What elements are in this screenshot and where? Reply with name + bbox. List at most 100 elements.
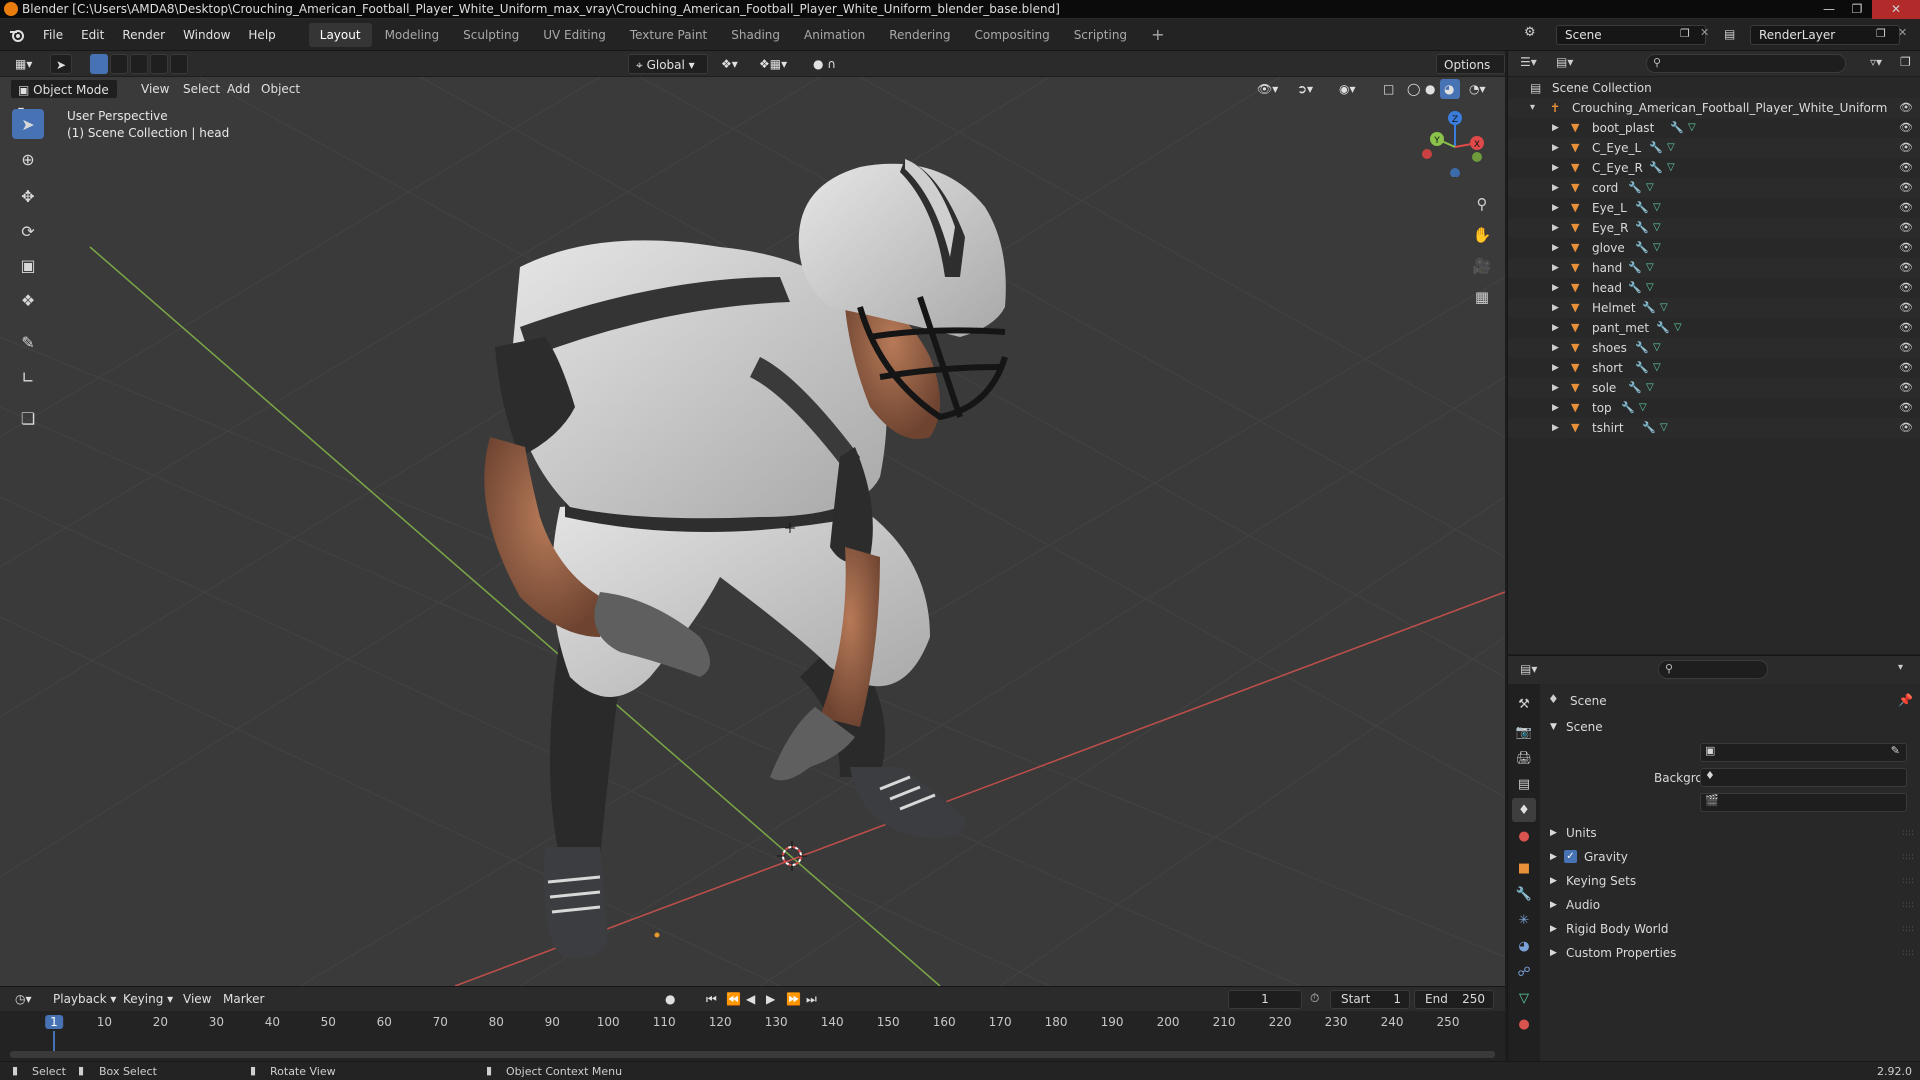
new-scene-icon[interactable]: ❐ (1680, 27, 1690, 40)
display-mode-icon[interactable]: ▤▾ (1556, 55, 1573, 69)
mesh-data-icon[interactable]: ▽ (1653, 198, 1661, 218)
navigation-gizmo[interactable]: Z X Y (1415, 107, 1485, 177)
menu-object[interactable]: Object (254, 79, 307, 99)
mesh-data-icon[interactable]: ▽ (1667, 158, 1675, 178)
mesh-data-icon[interactable]: ▽ (1688, 118, 1696, 138)
expand-chevron-icon[interactable]: ▶ (1552, 238, 1559, 258)
drag-handle-icon[interactable]: :::: (1902, 942, 1914, 964)
outliner-row-object[interactable]: ▶ ▼ short 🔧 ▽ 👁 (1508, 358, 1920, 378)
zoom-icon[interactable]: ⚲ (1469, 191, 1495, 217)
panel-header-custom-properties[interactable]: ▶ Custom Properties:::: (1544, 942, 1918, 964)
modifier-wrench-icon[interactable]: 🔧 (1628, 378, 1642, 398)
menu-file[interactable]: File (34, 19, 72, 51)
pin-icon[interactable]: 📌 (1898, 693, 1913, 707)
panel-header-gravity[interactable]: ▶ ✓ Gravity:::: (1544, 846, 1918, 868)
xray-icon[interactable]: □ (1376, 79, 1401, 99)
tab-modifiers-icon[interactable]: 🔧 (1512, 882, 1536, 906)
select-extend-icon[interactable] (110, 54, 128, 74)
perspective-toggle-icon[interactable]: ▦ (1469, 284, 1495, 310)
tab-render-icon[interactable]: 📷 (1512, 720, 1536, 744)
expand-chevron-icon[interactable]: ▶ (1552, 258, 1559, 278)
modifier-wrench-icon[interactable]: 🔧 (1635, 218, 1649, 238)
tab-animation[interactable]: Animation (793, 23, 876, 47)
mesh-data-icon[interactable]: ▽ (1667, 138, 1675, 158)
tab-physics-icon[interactable]: ◕ (1512, 934, 1536, 958)
expand-chevron-icon[interactable]: ▶ (1552, 398, 1559, 418)
modifier-wrench-icon[interactable]: 🔧 (1670, 118, 1684, 138)
tab-rendering[interactable]: Rendering (878, 23, 961, 47)
pan-hand-icon[interactable]: ✋ (1469, 222, 1495, 248)
minimize-button[interactable]: — (1816, 0, 1842, 19)
panel-header-audio[interactable]: ▶ Audio:::: (1544, 894, 1918, 916)
mode-dropdown[interactable]: ▣ Object Mode ▾ (10, 79, 118, 117)
menu-view[interactable]: View (134, 79, 176, 99)
timeline-scrollbar[interactable] (10, 1051, 1495, 1058)
expand-chevron-icon[interactable]: ▾ (1530, 98, 1535, 118)
expand-chevron-icon[interactable]: ▶ (1552, 418, 1559, 438)
panel-header-units[interactable]: ▶ Units:::: (1544, 822, 1918, 844)
modifier-wrench-icon[interactable]: 🔧 (1635, 338, 1649, 358)
visibility-eye-icon[interactable]: 👁 (1899, 98, 1913, 118)
drag-handle-icon[interactable]: :::: (1902, 918, 1914, 940)
expand-chevron-icon[interactable]: ▶ (1552, 218, 1559, 238)
modifier-wrench-icon[interactable]: 🔧 (1621, 398, 1635, 418)
properties-editor-type-icon[interactable]: ▤▾ (1520, 662, 1537, 676)
modifier-wrench-icon[interactable]: 🔧 (1649, 158, 1663, 178)
panel-header-keying-sets[interactable]: ▶ Keying Sets:::: (1544, 870, 1918, 892)
visibility-eye-icon[interactable]: 👁 (1899, 218, 1913, 238)
shading-material-icon[interactable]: ◕ (1440, 79, 1460, 99)
delete-layer-icon[interactable]: ✕ (1898, 26, 1907, 39)
playhead-frame-indicator[interactable]: 1 (45, 1015, 63, 1029)
visibility-eye-icon[interactable]: 👁 (1899, 338, 1913, 358)
visibility-eye-icon[interactable]: 👁 (1899, 318, 1913, 338)
select-invert-icon[interactable] (150, 54, 168, 74)
shading-rendered-icon[interactable]: ◔▾ (1462, 79, 1493, 99)
outliner-row-object[interactable]: ▶ ▼ top 🔧 ▽ 👁 (1508, 398, 1920, 418)
3d-viewport[interactable]: ▣ Object Mode ▾ View Select Add Object 👁… (0, 77, 1505, 986)
modifier-wrench-icon[interactable]: 🔧 (1628, 178, 1642, 198)
tab-output-icon[interactable]: 🖨 (1512, 746, 1536, 770)
drag-handle-icon[interactable]: :::: (1902, 822, 1914, 844)
tool-move-icon[interactable]: ✥ (12, 181, 44, 211)
mesh-data-icon[interactable]: ▽ (1660, 418, 1668, 438)
expand-chevron-icon[interactable]: ▶ (1552, 378, 1559, 398)
shading-solid-icon[interactable]: ● (1418, 79, 1442, 99)
visibility-icon[interactable]: 👁▾ (1250, 79, 1285, 99)
outliner-row-object[interactable]: ▶ ▼ Eye_L 🔧 ▽ 👁 (1508, 198, 1920, 218)
outliner-search-input[interactable]: ⚲ (1646, 54, 1846, 73)
modifier-wrench-icon[interactable]: 🔧 (1628, 278, 1642, 298)
outliner-row-object[interactable]: ▶ ▼ Eye_R 🔧 ▽ 👁 (1508, 218, 1920, 238)
tool-annotate-icon[interactable]: ✎ (12, 327, 44, 357)
scene-selector-icon[interactable]: ⚙ (1524, 25, 1536, 40)
active-clip-field[interactable]: 🎬 (1700, 793, 1907, 812)
eyedropper-icon[interactable]: ✎ (1891, 744, 1900, 757)
gravity-checkbox[interactable]: ✓ (1564, 850, 1577, 863)
proportional-edit-icon[interactable]: ● ∩ (806, 54, 843, 74)
delete-scene-icon[interactable]: ✕ (1700, 26, 1709, 39)
outliner-row-object[interactable]: ▶ ▼ Helmet 🔧 ▽ 👁 (1508, 298, 1920, 318)
camera-field[interactable]: ▣ ✎ (1700, 743, 1907, 762)
menu-help[interactable]: Help (239, 19, 284, 51)
tab-uv-editing[interactable]: UV Editing (532, 23, 617, 47)
blender-menu-icon[interactable] (0, 27, 34, 43)
modifier-wrench-icon[interactable]: 🔧 (1642, 298, 1656, 318)
expand-chevron-icon[interactable]: ▶ (1552, 158, 1559, 178)
visibility-eye-icon[interactable]: 👁 (1899, 378, 1913, 398)
mesh-data-icon[interactable]: ▽ (1660, 298, 1668, 318)
tab-particles-icon[interactable]: ✳ (1512, 908, 1536, 932)
outliner-row-object[interactable]: ▶ ▼ C_Eye_L 🔧 ▽ 👁 (1508, 138, 1920, 158)
tool-select-box-icon[interactable]: ➤ (12, 109, 44, 139)
playhead-line[interactable] (53, 1031, 55, 1051)
expand-chevron-icon[interactable]: ▶ (1552, 118, 1559, 138)
visibility-eye-icon[interactable]: 👁 (1899, 158, 1913, 178)
mesh-data-icon[interactable]: ▽ (1646, 278, 1654, 298)
editor-type-icon[interactable]: ▦▾ (8, 54, 39, 74)
expand-chevron-icon[interactable]: ▶ (1552, 198, 1559, 218)
expand-chevron-icon[interactable]: ▶ (1552, 178, 1559, 198)
tab-layout[interactable]: Layout (308, 22, 372, 47)
expand-chevron-icon[interactable]: ▶ (1552, 298, 1559, 318)
close-button[interactable]: ✕ (1872, 0, 1920, 19)
modifier-wrench-icon[interactable]: 🔧 (1635, 198, 1649, 218)
drag-handle-icon[interactable]: :::: (1902, 846, 1914, 868)
menu-render[interactable]: Render (113, 19, 174, 51)
